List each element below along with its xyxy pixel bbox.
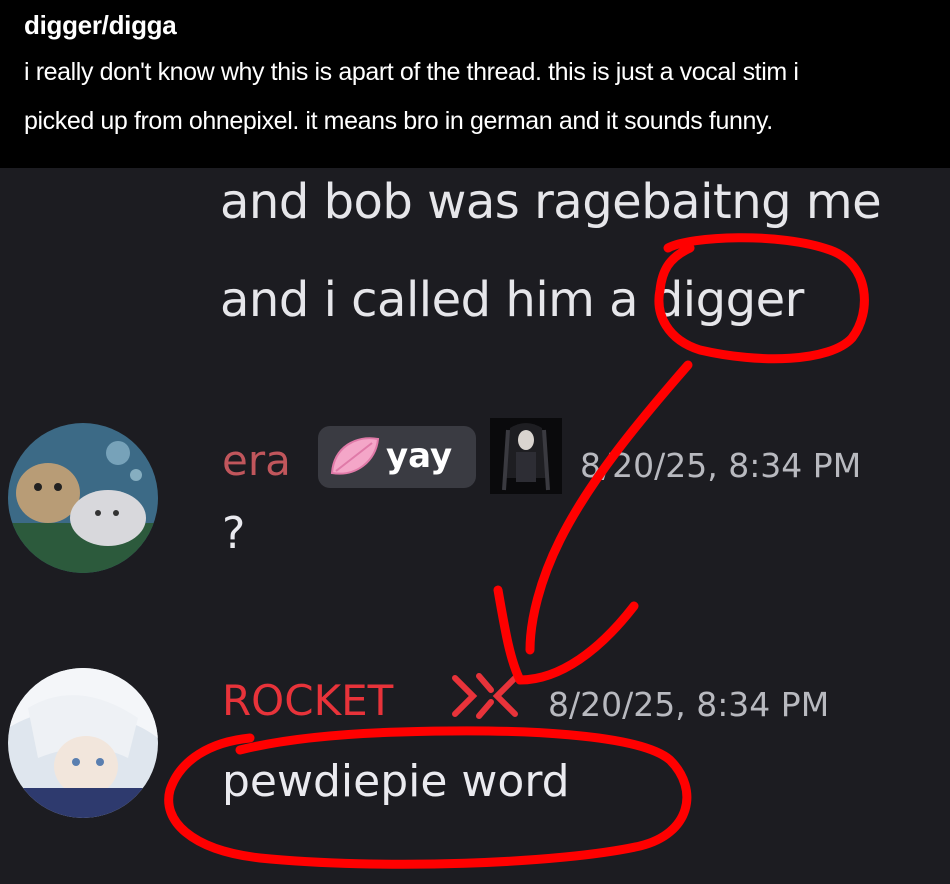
chat-log: and bob was ragebaitng me and i called h…	[0, 168, 950, 884]
crossed-x-icon	[445, 668, 525, 729]
username-rocket[interactable]: ROCKET	[222, 676, 393, 725]
server-tag[interactable]: yay	[318, 426, 476, 488]
cat-avatar-image	[8, 423, 158, 573]
server-tag-label: yay	[386, 436, 453, 476]
message-text-rocket: pewdiepie word	[222, 756, 570, 807]
anime-character-image	[490, 418, 562, 499]
timestamp-era: 8/20/25, 8:34 PM	[580, 446, 862, 485]
username-era[interactable]: era	[222, 436, 291, 485]
timestamp-rocket: 8/20/25, 8:34 PM	[548, 685, 830, 724]
caption-line-1: i really don't know why this is apart of…	[24, 58, 799, 86]
previous-message-line-2: and i called him a digger	[220, 272, 804, 328]
caption-line-2: picked up from ohnepixel. it means bro i…	[24, 107, 773, 135]
message-text-era: ?	[222, 508, 246, 559]
anime-avatar-image	[8, 668, 158, 818]
caption-title: digger/digga	[24, 10, 177, 40]
avatar-era[interactable]	[8, 423, 158, 573]
pink-leaf-icon	[326, 433, 382, 486]
previous-message-line-1: and bob was ragebaitng me	[220, 174, 882, 230]
caption-banner: digger/digga i really don't know why thi…	[0, 0, 950, 168]
avatar-rocket[interactable]	[8, 668, 158, 818]
